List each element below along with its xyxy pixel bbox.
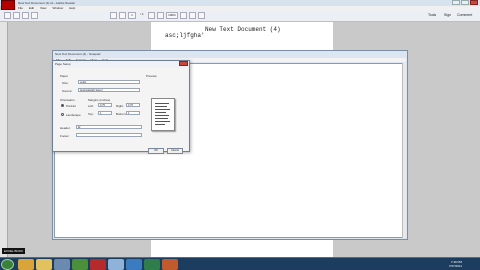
word-taskbar-icon[interactable] — [126, 259, 142, 270]
page-number-input[interactable]: 1 — [128, 12, 136, 19]
margins-label: Margins (inches) — [88, 98, 111, 102]
portrait-label: Portrait — [66, 104, 76, 108]
overlay-label: EXCEL BOOK — [2, 248, 26, 254]
footer-input[interactable] — [76, 133, 142, 137]
page-total: / 1 — [140, 12, 144, 16]
ok-button[interactable]: OK — [148, 148, 164, 154]
paper-group-label: Paper — [60, 74, 69, 78]
fit-page-icon[interactable] — [180, 12, 187, 19]
document-body-text: asc;ljfgha' — [165, 32, 205, 39]
previous-page-icon[interactable] — [110, 12, 117, 19]
portrait-radio[interactable] — [61, 104, 64, 107]
close-button[interactable] — [470, 0, 478, 5]
app-taskbar-icon[interactable] — [72, 259, 88, 270]
size-label: Size: — [62, 81, 69, 85]
zoom-level[interactable]: 100% — [166, 12, 178, 19]
bottom-margin-label: Bottom: — [116, 112, 127, 116]
top-margin-input[interactable]: 1 — [98, 111, 112, 115]
window-controls — [452, 0, 478, 5]
zoom-out-icon[interactable] — [148, 12, 155, 19]
tools-pane-button[interactable]: Tools — [428, 13, 436, 17]
page-setup-dialog: Page Setup Paper Preview Size: Letter So… — [52, 60, 190, 154]
reader-toolbar: 1 / 1 100% Tools Sign Comment — [0, 10, 480, 22]
start-button[interactable] — [1, 259, 14, 270]
adobe-reader-icon — [1, 0, 15, 10]
media-taskbar-icon[interactable] — [54, 259, 70, 270]
dialog-title: Page Setup — [55, 62, 71, 66]
minimize-button[interactable] — [452, 0, 460, 5]
landscape-radio[interactable] — [61, 113, 64, 116]
dialog-close-button[interactable] — [179, 61, 188, 66]
windows-taskbar: 7:39 PM 7/27/2011 — [0, 257, 480, 270]
source-select[interactable]: Automatically Select — [78, 88, 140, 92]
zoom-in-icon[interactable] — [157, 12, 164, 19]
email-icon[interactable] — [31, 12, 38, 19]
sign-pane-button[interactable]: Sign — [444, 13, 451, 17]
source-label: Source: — [62, 89, 73, 93]
top-margin-label: Top: — [88, 112, 94, 116]
ie-taskbar-icon[interactable] — [18, 259, 34, 270]
reader-title: New Text Document (4).txt - Adobe Reader — [18, 1, 76, 5]
open-icon[interactable] — [4, 12, 11, 19]
system-clock[interactable]: 7:39 PM 7/27/2011 — [448, 260, 462, 268]
read-mode-icon[interactable] — [198, 12, 205, 19]
notepad-title: New Text Document (4) - Notepad — [55, 52, 101, 56]
preview-label: Preview — [146, 74, 157, 78]
notepad-taskbar-icon[interactable] — [108, 259, 124, 270]
maximize-button[interactable] — [461, 0, 469, 5]
bottom-margin-input[interactable]: 1 — [126, 111, 140, 115]
orientation-label: Orientation — [60, 98, 75, 102]
fit-width-icon[interactable] — [189, 12, 196, 19]
dialog-body: Paper Preview Size: Letter Source: Autom… — [54, 68, 188, 154]
next-page-icon[interactable] — [119, 12, 126, 19]
size-select[interactable]: Letter — [78, 80, 140, 84]
right-margin-label: Right: — [116, 104, 124, 108]
reader-taskbar-icon[interactable] — [90, 259, 106, 270]
footer-label: Footer: — [60, 134, 70, 138]
cancel-button[interactable]: Cancel — [167, 148, 183, 154]
notepad-scrollbar[interactable] — [402, 63, 406, 238]
page-preview — [151, 98, 175, 131]
landscape-label: Landscape — [66, 113, 81, 117]
excel-taskbar-icon[interactable] — [144, 259, 160, 270]
header-input[interactable]: &f — [76, 125, 142, 129]
comment-pane-button[interactable]: Comment — [457, 13, 472, 17]
save-icon[interactable] — [13, 12, 20, 19]
explorer-taskbar-icon[interactable] — [36, 259, 52, 270]
left-margin-label: Left: — [88, 104, 94, 108]
clock-date: 7/27/2011 — [448, 263, 462, 268]
right-margin-input[interactable]: 0.75 — [126, 103, 140, 107]
header-label: Header: — [60, 126, 71, 130]
powerpoint-taskbar-icon[interactable] — [162, 259, 178, 270]
left-margin-input[interactable]: 0.75 — [98, 103, 112, 107]
print-icon[interactable] — [22, 12, 29, 19]
navigation-pane[interactable] — [0, 22, 8, 257]
document-heading: New Text Document (4) — [205, 26, 281, 33]
